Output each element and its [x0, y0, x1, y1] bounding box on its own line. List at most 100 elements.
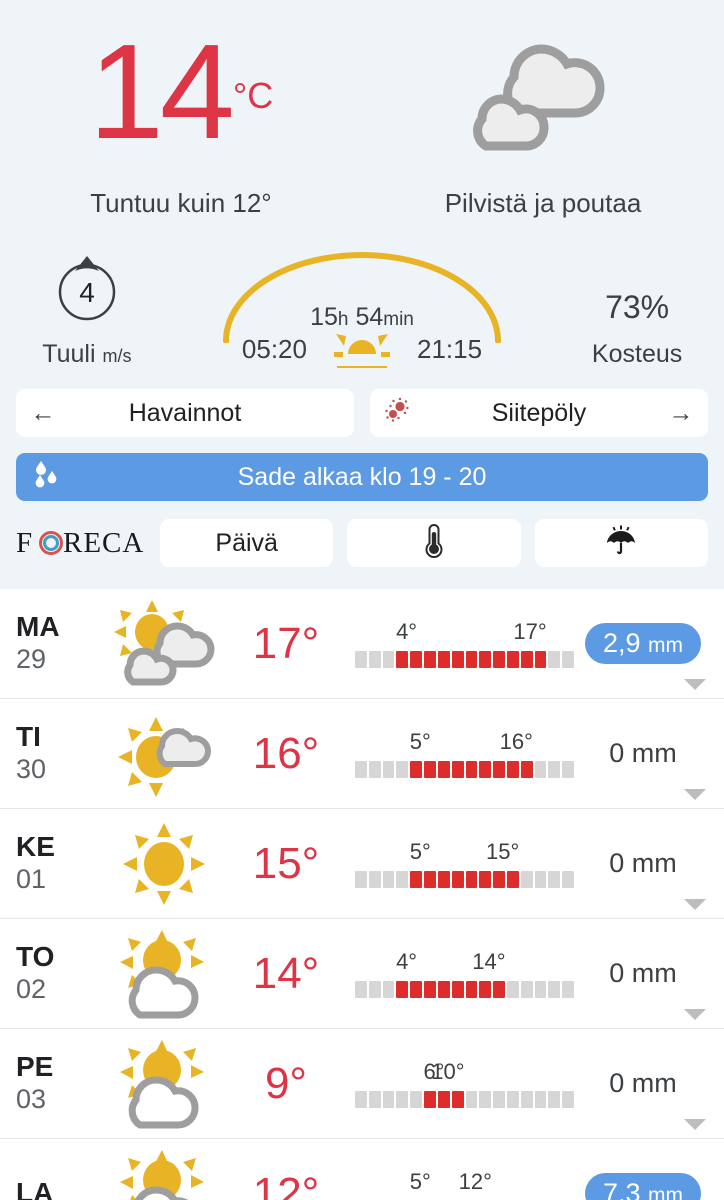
segment-track	[355, 651, 574, 668]
temp-segment	[382, 1091, 395, 1108]
precip-amount: 0 mm	[609, 958, 677, 988]
chevron-down-icon[interactable]	[684, 1009, 706, 1020]
chevron-down-icon[interactable]	[684, 899, 706, 910]
foreca-toolbar: F RECA Päivä	[0, 501, 724, 579]
temperature-range-bar: 5° 15°	[351, 839, 578, 888]
day-abbr: MA	[16, 611, 60, 643]
forecast-day-cell: KE 01	[16, 831, 106, 896]
temp-segment	[368, 761, 381, 778]
nav-prev-havainnot[interactable]: ← Havainnot	[16, 389, 354, 437]
forecast-day-temp: 16°	[252, 728, 320, 778]
temperature-unit: °C	[232, 75, 274, 116]
tab-paiva[interactable]: Päivä	[160, 519, 334, 567]
range-low: 5°	[409, 839, 431, 864]
temp-segment	[493, 871, 505, 888]
temperature-range-bar: 5° 12°	[351, 1169, 578, 1200]
forecast-day-cell: TI 30	[16, 721, 106, 786]
sunset-time: 21:15	[416, 334, 483, 364]
temp-segment	[548, 761, 561, 778]
temp-segment	[534, 761, 547, 778]
temp-segment	[451, 651, 464, 668]
forecast-day-cell: MA 29	[16, 611, 106, 676]
range-low: 5°	[409, 1169, 431, 1194]
tab-temperature[interactable]	[347, 519, 521, 567]
temp-segment	[437, 871, 450, 888]
temp-segment	[520, 761, 533, 778]
temp-segment	[368, 651, 381, 668]
table-row[interactable]: MA 29 17° 4° 17° 2,9 mm	[0, 589, 724, 699]
range-low: 5°	[409, 729, 431, 754]
temp-segment	[382, 651, 395, 668]
chevron-down-icon[interactable]	[684, 1119, 706, 1130]
foreca-o-mark	[39, 531, 63, 555]
temp-segment	[382, 871, 395, 888]
temp-segment	[562, 871, 574, 888]
precip-amount: 0 mm	[609, 1068, 677, 1098]
wind-label: Tuuli m/s	[42, 340, 132, 368]
precip-amount: 7,3	[602, 1178, 641, 1200]
temp-segment	[534, 651, 547, 668]
temp-segment	[465, 871, 478, 888]
temp-segment	[548, 871, 561, 888]
current-temperature: 14	[88, 16, 235, 167]
temp-segment	[410, 981, 423, 998]
current-conditions: 14 °C Tuntuu kuin 12° Pilvistä ja poutaa	[0, 0, 724, 219]
segment-track	[355, 981, 574, 998]
forecast-day-temp: 17°	[252, 618, 320, 668]
chevron-down-icon[interactable]	[684, 679, 706, 690]
temp-segment	[396, 1091, 409, 1108]
range-labels: 5° 12°	[355, 1169, 574, 1197]
daylight-arc-wrap: 15h 54min 05:20 21:15	[174, 251, 550, 370]
temp-segment	[355, 761, 367, 778]
temp-segment	[562, 761, 574, 778]
range-labels: 6° 10°	[355, 1059, 574, 1087]
wind-speed-value: 4	[79, 277, 95, 308]
sun-times: 05:20 21:15	[174, 326, 550, 373]
feels-like-text: Tuntuu kuin 12°	[90, 188, 272, 218]
day-date: 02	[16, 974, 47, 1005]
temp-segment	[493, 1091, 505, 1108]
temp-segment	[520, 981, 533, 998]
temp-segment	[479, 651, 492, 668]
temp-segment	[562, 1091, 574, 1108]
range-low: 4°	[396, 619, 418, 644]
sun-behind-cloud-icon	[106, 1038, 221, 1130]
sun-behind-cloud-icon	[106, 928, 221, 1020]
forecast-temp-cell: 9°	[221, 1059, 351, 1109]
rain-alert-banner[interactable]: Sade alkaa klo 19 - 20	[16, 453, 708, 501]
table-row[interactable]: KE 01 15° 5° 15° 0 mm	[0, 809, 724, 919]
table-row[interactable]: TO 02 14° 4° 14° 0 mm	[0, 919, 724, 1029]
temp-segment	[368, 1091, 381, 1108]
range-labels: 4° 17°	[355, 619, 574, 647]
metrics-row: 4 Tuuli m/s 15h 54min 05:20 21:15 73% Ko…	[0, 219, 724, 370]
forecast-list: MA 29 17° 4° 17° 2,9 mm TI 30 16° 5° 16°…	[0, 589, 724, 1200]
temp-segment	[451, 981, 464, 998]
day-abbr: TI	[16, 721, 41, 753]
thermometer-icon	[420, 522, 448, 565]
temp-segment	[562, 651, 574, 668]
tab-precipitation[interactable]	[534, 519, 708, 567]
day-abbr: KE	[16, 831, 55, 863]
temp-segment	[437, 1091, 450, 1108]
table-row[interactable]: TI 30 16° 5° 16° 0 mm	[0, 699, 724, 809]
forecast-day-cell: PE 03	[16, 1051, 106, 1116]
temp-segment	[465, 1091, 478, 1108]
temperature-range-bar: 6° 10°	[351, 1059, 578, 1108]
temperature-range-bar: 4° 17°	[351, 619, 578, 668]
precip-amount: 0 mm	[609, 738, 677, 768]
temp-segment	[382, 761, 395, 778]
humidity-value: 73%	[605, 289, 670, 325]
table-row[interactable]: PE 03 9° 6° 10° 0 mm	[0, 1029, 724, 1139]
temp-segment	[396, 981, 409, 998]
temp-segment	[396, 651, 409, 668]
temp-segment	[451, 1091, 464, 1108]
nav-next-siitepoly[interactable]: Siitepöly →	[370, 389, 708, 437]
forecast-day-temp: 14°	[252, 948, 320, 998]
temp-segment	[534, 981, 547, 998]
rain-alert-text: Sade alkaa klo 19 - 20	[237, 462, 487, 491]
table-row[interactable]: LA 12° 5° 12° 7,3 mm	[0, 1139, 724, 1200]
sunrise-time: 05:20	[241, 334, 307, 364]
temp-segment	[465, 981, 478, 998]
chevron-down-icon[interactable]	[684, 789, 706, 800]
arrow-right-icon: →	[668, 398, 694, 427]
